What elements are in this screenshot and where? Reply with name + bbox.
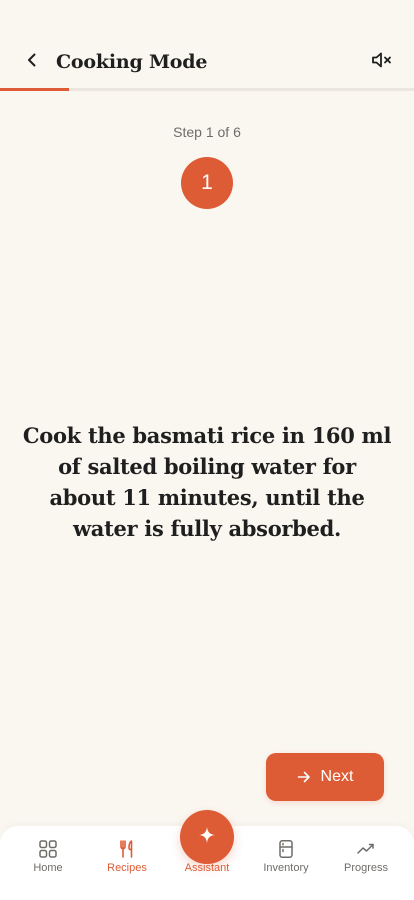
- nav-label-progress: Progress: [343, 862, 389, 874]
- header: Cooking Mode: [0, 0, 414, 91]
- step-instruction: Cook the basmati rice in 160 ml of salte…: [22, 423, 392, 541]
- mute-button[interactable]: [368, 48, 396, 76]
- fridge-icon: [274, 837, 298, 861]
- nav-item-home[interactable]: Home: [8, 826, 88, 900]
- page-title: Cooking Mode: [56, 51, 208, 73]
- nav-item-progress[interactable]: Progress: [326, 826, 406, 900]
- speaker-muted-icon: [371, 51, 393, 74]
- sparkle-icon: [197, 825, 217, 850]
- step-progress-fill: [0, 88, 69, 91]
- next-button-label: Next: [320, 768, 354, 785]
- arrow-right-icon: [297, 770, 311, 784]
- nav-item-inventory[interactable]: Inventory: [246, 826, 326, 900]
- nav-label-inventory: Inventory: [263, 862, 309, 874]
- assistant-button[interactable]: [180, 810, 234, 864]
- step-progress-bar: [0, 88, 414, 91]
- nav-label-recipes: Recipes: [107, 862, 147, 874]
- step-number-badge: 1: [181, 157, 233, 209]
- utensils-icon: [115, 837, 139, 861]
- chevron-left-icon: [24, 52, 40, 73]
- next-step-button[interactable]: Next: [266, 753, 384, 801]
- step-counter: Step 1 of 6: [173, 124, 241, 140]
- trend-up-icon: [354, 837, 378, 861]
- grid-icon: [36, 837, 60, 861]
- nav-item-recipes[interactable]: Recipes: [87, 826, 167, 900]
- back-button[interactable]: [18, 48, 46, 76]
- cooking-mode-screen: Cooking Mode Step 1 of 6 1 Cook the basm…: [0, 0, 414, 900]
- nav-label-home: Home: [33, 862, 63, 874]
